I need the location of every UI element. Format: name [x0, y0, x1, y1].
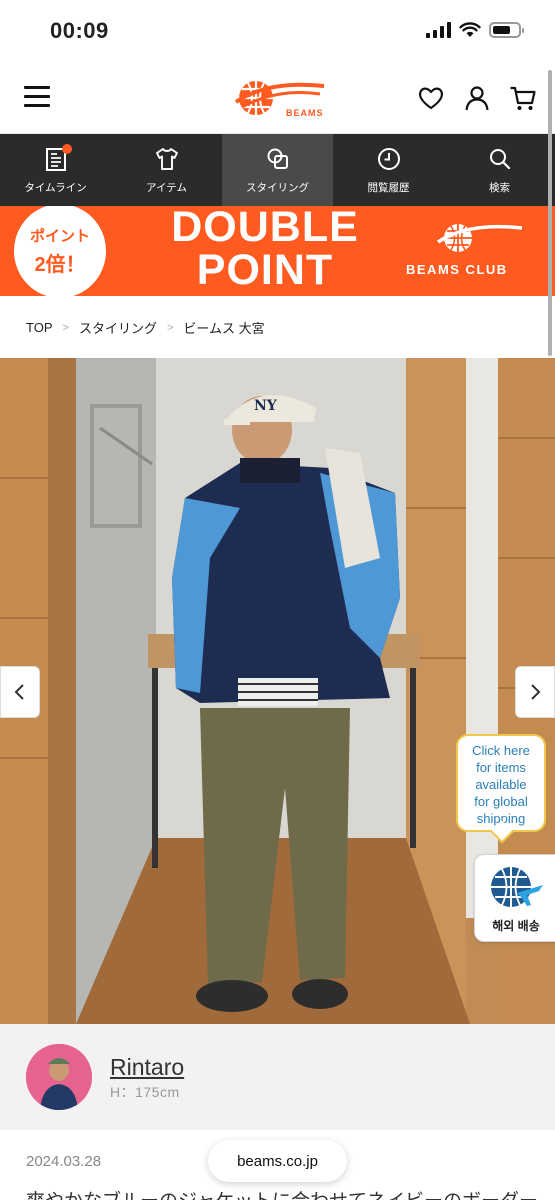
- badge-line1: ポイント: [29, 228, 90, 245]
- breadcrumb-item[interactable]: TOP: [26, 320, 53, 335]
- status-icons: [426, 22, 524, 38]
- breadcrumb-item: ビームス 大宮: [183, 321, 265, 336]
- main-nav: タイムライン アイテム スタイリング 閲覧履歴 検索: [0, 134, 555, 206]
- banner-brand: BEAMS CLUB: [406, 262, 508, 277]
- beams-club-logo: [437, 224, 523, 252]
- nav-item-search[interactable]: 検索: [444, 134, 555, 206]
- tooltip-line: available: [475, 777, 527, 792]
- nav-item-item[interactable]: アイテム: [111, 134, 222, 206]
- scrollbar[interactable]: [548, 70, 552, 356]
- user-icon[interactable]: [463, 84, 491, 112]
- global-shipping-button[interactable]: 해외 배송: [474, 854, 555, 942]
- header-actions: [417, 84, 537, 112]
- global-shipping-tooltip[interactable]: Click here for items available for globa…: [456, 734, 546, 832]
- badge-line2: 2倍！: [34, 254, 86, 276]
- browser-url-bar[interactable]: beams.co.jp: [208, 1140, 347, 1182]
- banner-title: DOUBLE POINT: [140, 206, 390, 292]
- tooltip-line: for global: [474, 794, 528, 809]
- history-icon: [377, 147, 400, 170]
- nav-item-styling[interactable]: スタイリング: [222, 134, 333, 206]
- svg-text:NY: NY: [254, 398, 278, 414]
- styling-icon: [267, 148, 288, 169]
- nav-item-timeline[interactable]: タイムライン: [0, 134, 111, 206]
- global-shipping-label: 해외 배송: [492, 919, 540, 933]
- prev-image-button[interactable]: [0, 666, 40, 718]
- chevron-right-icon: >: [62, 321, 69, 334]
- post-date: 2024.03.28: [26, 1153, 102, 1170]
- battery-icon: [489, 22, 524, 38]
- post-description: 爽やかなブルーのジャケットに合わせてネイビーのボーダー: [26, 1186, 538, 1200]
- globe-airplane-icon: [491, 867, 543, 907]
- notification-dot: [62, 144, 72, 154]
- nav-label: スタイリング: [246, 181, 309, 194]
- staff-height: H：175cm: [110, 1084, 180, 1100]
- search-icon: [489, 148, 510, 169]
- cellular-signal-icon: [426, 22, 451, 38]
- banner-title-line1: DOUBLE: [171, 206, 359, 251]
- point-badge: ポイント 2倍！: [14, 206, 106, 296]
- breadcrumb-item[interactable]: スタイリング: [79, 318, 157, 337]
- chevron-left-icon: [14, 684, 24, 700]
- double-point-banner[interactable]: ポイント 2倍！ DOUBLE POINT BEAMS CLUB: [0, 206, 555, 296]
- nav-label: アイテム: [146, 181, 187, 194]
- staff-profile: Rintaro H：175cm: [0, 1024, 555, 1130]
- avatar[interactable]: [26, 1044, 92, 1110]
- breadcrumb: TOP > スタイリング > ビームス 大宮: [26, 318, 265, 337]
- site-header: BEAMS: [0, 62, 555, 134]
- tooltip-line: for items: [476, 760, 526, 775]
- staff-name[interactable]: Rintaro: [110, 1054, 184, 1081]
- status-bar: 00:09: [0, 0, 555, 62]
- next-image-button[interactable]: [515, 666, 555, 718]
- tshirt-icon: [155, 147, 178, 170]
- status-time: 00:09: [50, 18, 109, 43]
- nav-label: タイムライン: [24, 181, 87, 194]
- menu-icon[interactable]: [24, 86, 50, 108]
- banner-title-line2: POINT: [196, 246, 334, 294]
- styling-photo[interactable]: NY: [0, 358, 555, 1024]
- tooltip-line: shipping: [476, 811, 526, 826]
- chevron-right-icon: [531, 684, 541, 700]
- nav-item-history[interactable]: 閲覧履歴: [333, 134, 444, 206]
- logo-text: BEAMS: [286, 108, 324, 118]
- nav-label: 閲覧履歴: [367, 181, 410, 194]
- heart-icon[interactable]: [417, 84, 445, 112]
- chevron-right-icon: >: [166, 321, 174, 334]
- wifi-icon: [459, 22, 481, 37]
- tooltip-line: Click here: [472, 743, 530, 758]
- cart-icon[interactable]: [509, 84, 537, 112]
- nav-label: 検索: [489, 181, 510, 194]
